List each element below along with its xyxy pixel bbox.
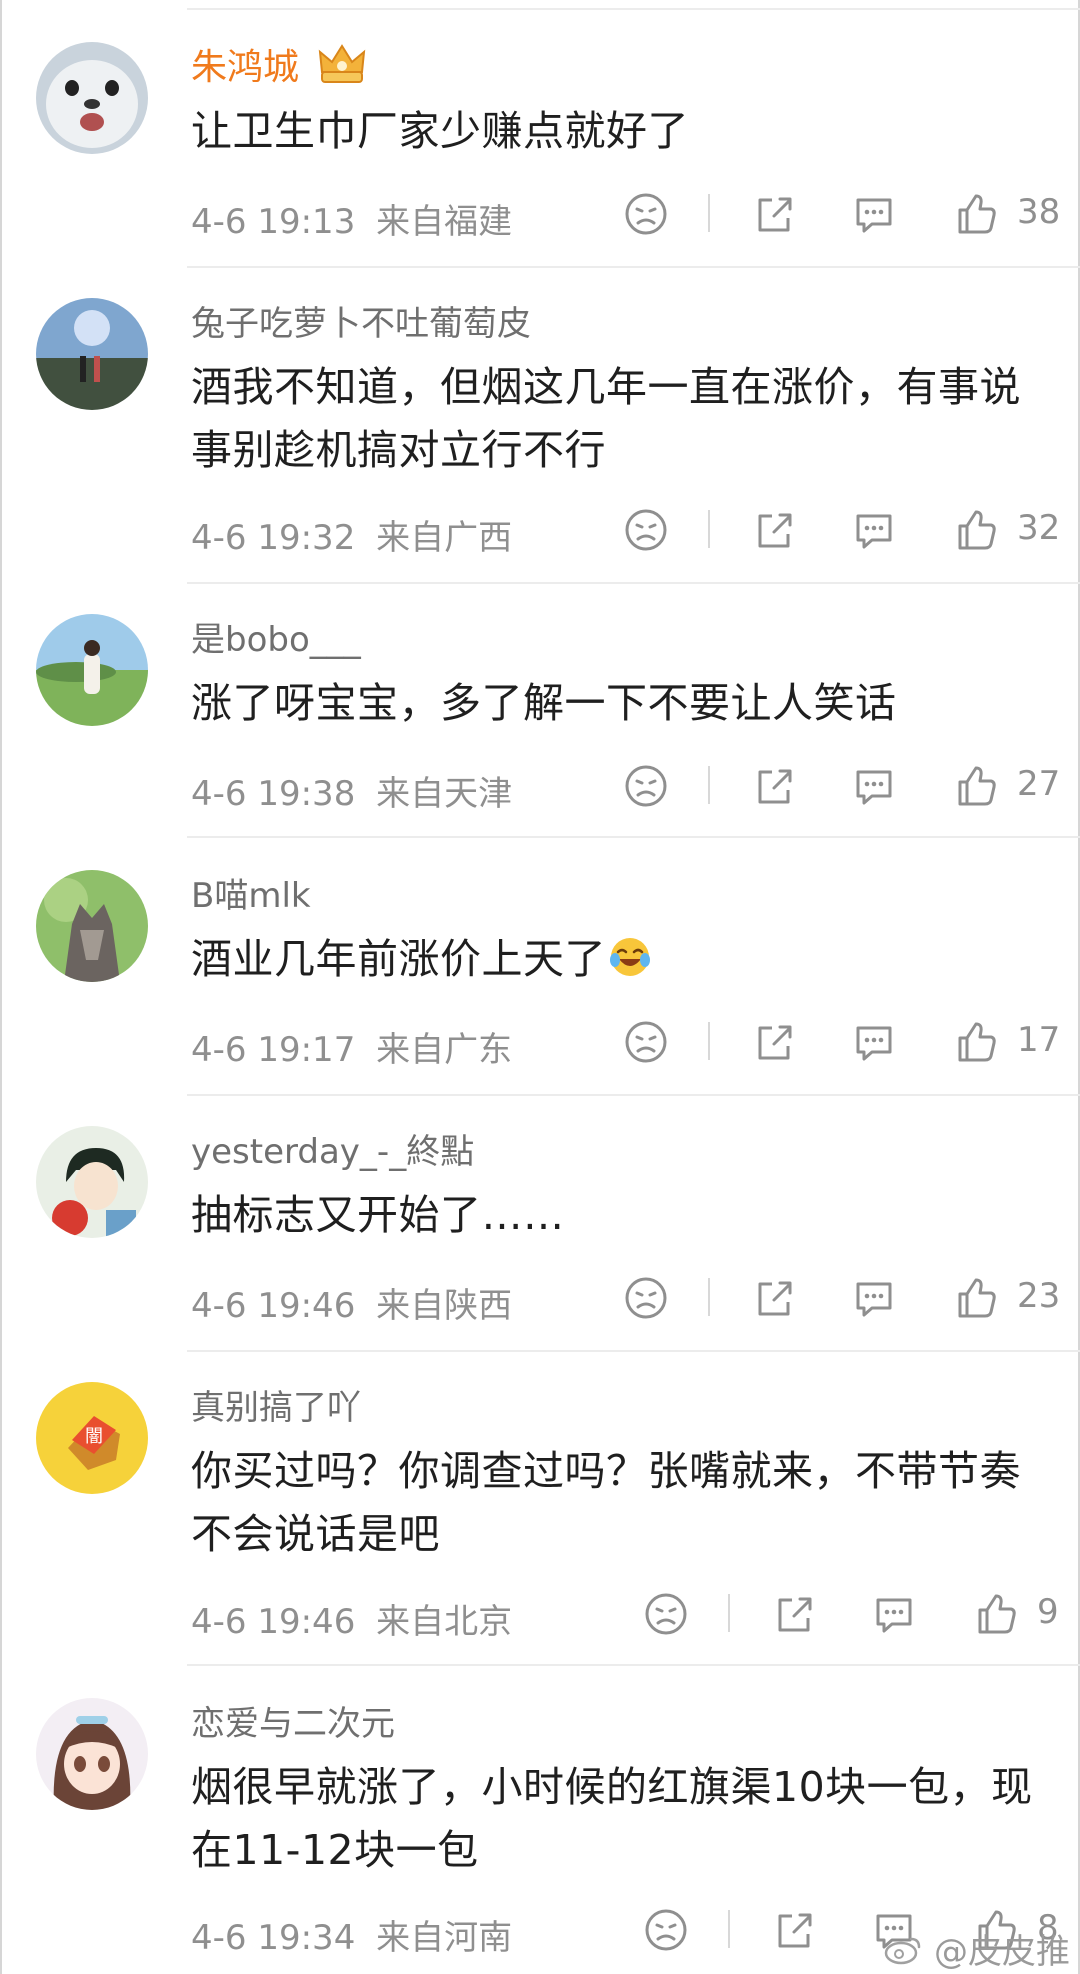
left-frame-line xyxy=(0,0,2,1974)
comment-actions: 17 xyxy=(0,1018,1080,1066)
username[interactable]: 恋爱与二次元 xyxy=(191,1704,395,1744)
comment-icon[interactable] xyxy=(850,762,898,810)
comment-icon[interactable] xyxy=(850,1274,898,1322)
share-icon[interactable] xyxy=(750,1274,798,1322)
like-count: 32 xyxy=(1017,508,1061,548)
comment-text: 涨了呀宝宝，多了解一下不要让人笑话 xyxy=(191,679,897,727)
comment-divider xyxy=(187,266,1080,268)
comment-icon[interactable] xyxy=(850,1018,898,1066)
like-count: 9 xyxy=(1037,1592,1059,1632)
weibo-logo-icon xyxy=(884,1937,921,1965)
username[interactable]: 兔子吃萝卜不吐葡萄皮 xyxy=(191,304,531,344)
comment-text: 让卫生巾厂家少赚点就好了 xyxy=(191,107,689,155)
comment-actions: 38 xyxy=(0,190,1080,238)
thumbs-up-icon[interactable] xyxy=(952,762,1000,810)
share-icon[interactable] xyxy=(750,506,798,554)
comment-text: 酒我不知道，但烟这几年一直在涨价，有事说事别趁机搞对立行不行 xyxy=(191,363,1021,474)
comment-divider xyxy=(187,582,1080,584)
weibo-watermark: @皮皮推 xyxy=(883,1924,1070,1973)
username[interactable]: yesterday_-_終點 xyxy=(191,1132,474,1172)
username[interactable]: B喵mlk xyxy=(191,876,311,916)
share-icon[interactable] xyxy=(750,762,798,810)
thumbs-up-icon[interactable] xyxy=(972,1590,1020,1638)
comment-actions: 32 xyxy=(0,506,1080,554)
comment-text: 抽标志又开始了…… xyxy=(191,1191,565,1239)
comment-divider xyxy=(187,1094,1080,1096)
thumbs-up-icon[interactable] xyxy=(952,506,1000,554)
comment-icon[interactable] xyxy=(850,506,898,554)
comment-icon[interactable] xyxy=(870,1590,918,1638)
action-separator xyxy=(728,1594,730,1632)
action-separator xyxy=(708,1278,710,1316)
comment-divider xyxy=(187,1350,1080,1352)
dislike-face-icon[interactable] xyxy=(622,762,670,810)
comment-icon[interactable] xyxy=(850,190,898,238)
crown-badge-icon xyxy=(318,44,366,83)
avatar[interactable] xyxy=(36,42,148,154)
comment-actions: 27 xyxy=(0,762,1080,810)
comment-text: 你买过吗？你调查过吗？张嘴就来，不带节奏不会说话是吧 xyxy=(191,1447,1021,1558)
svg-text:闇: 闇 xyxy=(85,1426,103,1447)
username[interactable]: 真别搞了吖 xyxy=(191,1388,361,1428)
avatar[interactable] xyxy=(36,1698,148,1810)
dislike-face-icon[interactable] xyxy=(642,1590,690,1638)
action-separator xyxy=(728,1910,730,1948)
action-separator xyxy=(708,194,710,232)
dislike-face-icon[interactable] xyxy=(622,1018,670,1066)
like-count: 38 xyxy=(1017,192,1061,232)
like-count: 17 xyxy=(1017,1020,1061,1060)
comment-divider xyxy=(187,1664,1080,1666)
top-divider xyxy=(187,8,1080,10)
comment-actions: 9 xyxy=(0,1590,1080,1638)
comment-text: 烟很早就涨了，小时候的红旗渠10块一包，现在11-12块一包 xyxy=(191,1763,1033,1874)
watermark-text: @皮皮推 xyxy=(934,1932,1070,1972)
comment-divider xyxy=(187,836,1080,838)
thumbs-up-icon[interactable] xyxy=(952,1274,1000,1322)
dislike-face-icon[interactable] xyxy=(622,1274,670,1322)
share-icon[interactable] xyxy=(750,190,798,238)
thumbs-up-icon[interactable] xyxy=(952,1018,1000,1066)
avatar[interactable]: 闇 xyxy=(36,1382,148,1494)
action-separator xyxy=(708,510,710,548)
laugh-cry-emoji-icon xyxy=(610,938,650,976)
avatar[interactable] xyxy=(36,614,148,726)
like-count: 27 xyxy=(1017,764,1061,804)
avatar[interactable] xyxy=(36,1126,148,1238)
share-icon[interactable] xyxy=(770,1590,818,1638)
share-icon[interactable] xyxy=(750,1018,798,1066)
action-separator xyxy=(708,766,710,804)
share-icon[interactable] xyxy=(770,1906,818,1954)
comment-text-content: 酒业几年前涨价上天了 xyxy=(191,935,606,983)
action-separator xyxy=(708,1022,710,1060)
dislike-face-icon[interactable] xyxy=(622,506,670,554)
like-count: 23 xyxy=(1017,1276,1061,1316)
comment-actions: 23 xyxy=(0,1274,1080,1322)
avatar[interactable] xyxy=(36,298,148,410)
username[interactable]: 朱鸿城 xyxy=(191,48,299,88)
dislike-face-icon[interactable] xyxy=(642,1906,690,1954)
dislike-face-icon[interactable] xyxy=(622,190,670,238)
thumbs-up-icon[interactable] xyxy=(952,190,1000,238)
username[interactable]: 是bobo___ xyxy=(191,620,361,660)
avatar[interactable] xyxy=(36,870,148,982)
comment-text: 酒业几年前涨价上天了 xyxy=(191,928,1051,991)
